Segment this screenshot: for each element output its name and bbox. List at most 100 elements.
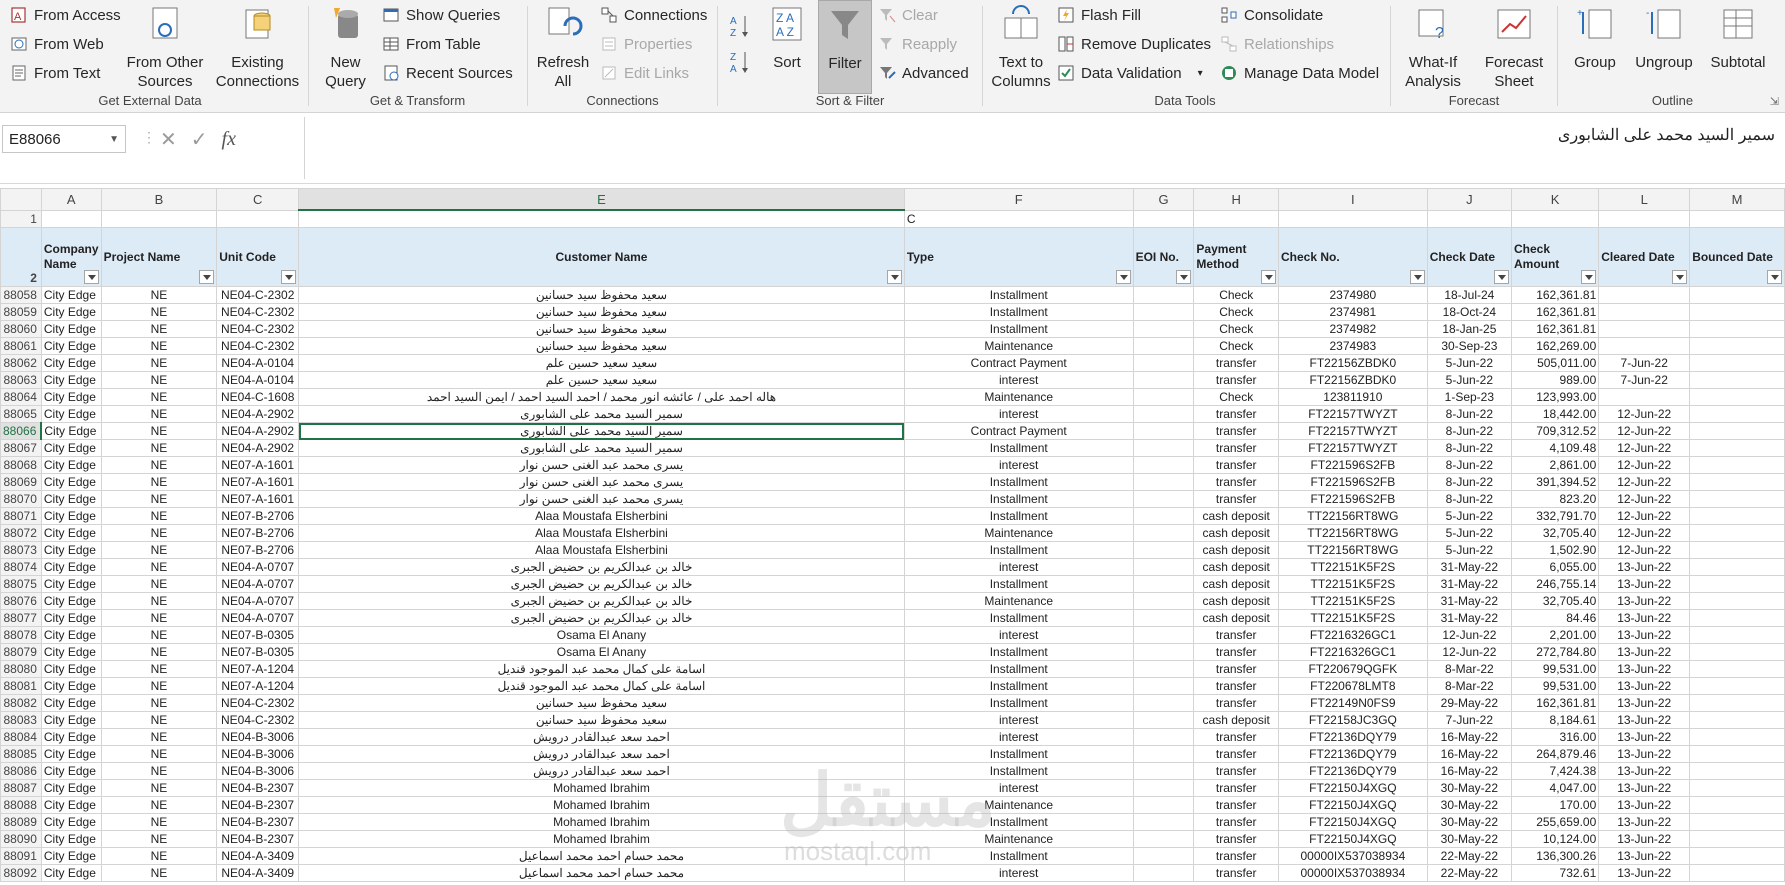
cell[interactable]: NE <box>100 694 218 712</box>
cell[interactable]: Installment <box>903 609 1134 627</box>
cell[interactable]: City Edge <box>40 456 102 474</box>
cell[interactable]: 7-Jun-22 <box>1426 711 1512 729</box>
flash-fill-button[interactable]: Flash Fill <box>1057 3 1141 27</box>
cell[interactable] <box>1132 286 1195 304</box>
row-header[interactable]: 88060 <box>0 320 42 338</box>
cell[interactable]: Maintenance <box>903 388 1134 406</box>
new-query-button[interactable]: New Query <box>318 4 373 91</box>
row-header[interactable]: 1 <box>0 209 42 228</box>
row-header[interactable]: 88071 <box>0 507 42 525</box>
cell[interactable]: 2,861.00 <box>1510 456 1600 474</box>
cell[interactable]: سمير السيد محمد على الشابورى <box>298 439 905 457</box>
cell[interactable]: City Edge <box>40 371 102 389</box>
cell[interactable]: NE07-B-0305 <box>216 643 300 661</box>
cell[interactable] <box>1132 388 1195 406</box>
cell[interactable]: NE <box>100 711 218 729</box>
header-cell[interactable]: Check Date <box>1426 227 1512 287</box>
column-header-k[interactable]: K <box>1510 188 1600 211</box>
cell[interactable]: 8,184.61 <box>1510 711 1600 729</box>
cell[interactable]: 13-Jun-22 <box>1598 677 1691 695</box>
cell[interactable]: 316.00 <box>1510 728 1600 746</box>
header-cell[interactable]: Cleared Date <box>1598 227 1691 287</box>
row-header[interactable]: 88072 <box>0 524 42 542</box>
cell[interactable] <box>1689 796 1785 814</box>
column-header-c[interactable]: C <box>216 188 300 211</box>
cell[interactable]: NE <box>100 626 218 644</box>
cell[interactable]: NE07-A-1601 <box>216 490 300 508</box>
cell[interactable] <box>1132 830 1195 848</box>
row-header[interactable]: 88075 <box>0 575 42 593</box>
cell[interactable]: NE04-A-0707 <box>216 592 300 610</box>
column-header-l[interactable]: L <box>1598 188 1691 211</box>
existing-connections-button[interactable]: Existing Connections <box>215 4 300 91</box>
cell[interactable]: 12-Jun-22 <box>1598 405 1691 423</box>
cell[interactable]: TT22156RT8WG <box>1278 507 1428 525</box>
cell[interactable] <box>1132 694 1195 712</box>
cell[interactable]: 246,755.14 <box>1510 575 1600 593</box>
cell[interactable]: NE <box>100 473 218 491</box>
cell[interactable]: Mohamed Ibrahim <box>298 830 905 848</box>
cell[interactable]: 8-Jun-22 <box>1426 405 1512 423</box>
cell[interactable]: interest <box>903 626 1134 644</box>
cell[interactable]: Installment <box>903 541 1134 559</box>
cell[interactable]: 30-May-22 <box>1426 796 1512 814</box>
advanced-filter-button[interactable]: Advanced <box>878 61 969 85</box>
header-cell[interactable]: Unit Code <box>216 227 300 287</box>
cell[interactable] <box>1598 388 1691 406</box>
cell[interactable]: NE <box>100 575 218 593</box>
cell[interactable] <box>1689 575 1785 593</box>
cell[interactable]: خالد بن عبدالكريم بن حضيض الجبرى <box>298 592 905 610</box>
cell[interactable]: NE <box>100 830 218 848</box>
cell[interactable] <box>1132 303 1195 321</box>
row-header[interactable]: 2 <box>0 227 42 287</box>
cell[interactable] <box>1132 728 1195 746</box>
cell[interactable]: transfer <box>1193 354 1280 372</box>
cell[interactable]: 8-Jun-22 <box>1426 456 1512 474</box>
cell[interactable]: City Edge <box>40 864 102 882</box>
cell[interactable]: 31-May-22 <box>1426 609 1512 627</box>
cell[interactable]: 18-Jan-25 <box>1426 320 1512 338</box>
cell[interactable] <box>1689 490 1785 508</box>
cell[interactable]: Check <box>1193 337 1280 355</box>
cell[interactable]: interest <box>903 456 1134 474</box>
cell[interactable]: FT22136DQY79 <box>1278 762 1428 780</box>
cell[interactable]: FT22156ZBDK0 <box>1278 354 1428 372</box>
cell[interactable]: 13-Jun-22 <box>1598 796 1691 814</box>
cell[interactable]: سمير السيد محمد على الشابورى <box>298 422 905 440</box>
cell[interactable]: interest <box>903 728 1134 746</box>
cell[interactable]: FT220679QGFK <box>1278 660 1428 678</box>
refresh-all-button[interactable]: Refresh All <box>534 4 592 91</box>
cell[interactable]: 4,109.48 <box>1510 439 1600 457</box>
cell[interactable]: 5-Jun-22 <box>1426 507 1512 525</box>
cell[interactable]: Installment <box>903 847 1134 865</box>
cell[interactable]: 8-Jun-22 <box>1426 473 1512 491</box>
column-header-m[interactable]: M <box>1689 188 1785 211</box>
cell[interactable]: Installment <box>903 575 1134 593</box>
cell[interactable]: FT22156ZBDK0 <box>1278 371 1428 389</box>
remove-duplicates-button[interactable]: Remove Duplicates <box>1057 32 1211 56</box>
cell[interactable]: 18-Oct-24 <box>1426 303 1512 321</box>
from-other-sources-button[interactable]: From Other Sources <box>120 4 210 91</box>
cell[interactable]: 13-Jun-22 <box>1598 592 1691 610</box>
cell[interactable] <box>1689 456 1785 474</box>
cell[interactable] <box>298 209 905 228</box>
cell[interactable]: سعيد محفوظ سيد حسانين <box>298 337 905 355</box>
cell[interactable]: NE04-C-2302 <box>216 337 300 355</box>
cell[interactable]: City Edge <box>40 796 102 814</box>
cell[interactable]: 8-Mar-22 <box>1426 660 1512 678</box>
row-header[interactable]: 88062 <box>0 354 42 372</box>
cell[interactable]: 8-Jun-22 <box>1426 439 1512 457</box>
cell[interactable]: transfer <box>1193 728 1280 746</box>
cell[interactable] <box>1689 626 1785 644</box>
cell[interactable]: City Edge <box>40 660 102 678</box>
cell[interactable]: NE <box>100 592 218 610</box>
cell[interactable]: Contract Payment <box>903 354 1134 372</box>
cell[interactable]: NE04-C-2302 <box>216 694 300 712</box>
cell[interactable]: 12-Jun-22 <box>1598 456 1691 474</box>
consolidate-button[interactable]: Consolidate <box>1220 3 1323 27</box>
cell[interactable] <box>1132 524 1195 542</box>
cell[interactable]: interest <box>903 558 1134 576</box>
cell[interactable] <box>1689 813 1785 831</box>
cell[interactable]: City Edge <box>40 609 102 627</box>
cell[interactable]: NE <box>100 507 218 525</box>
